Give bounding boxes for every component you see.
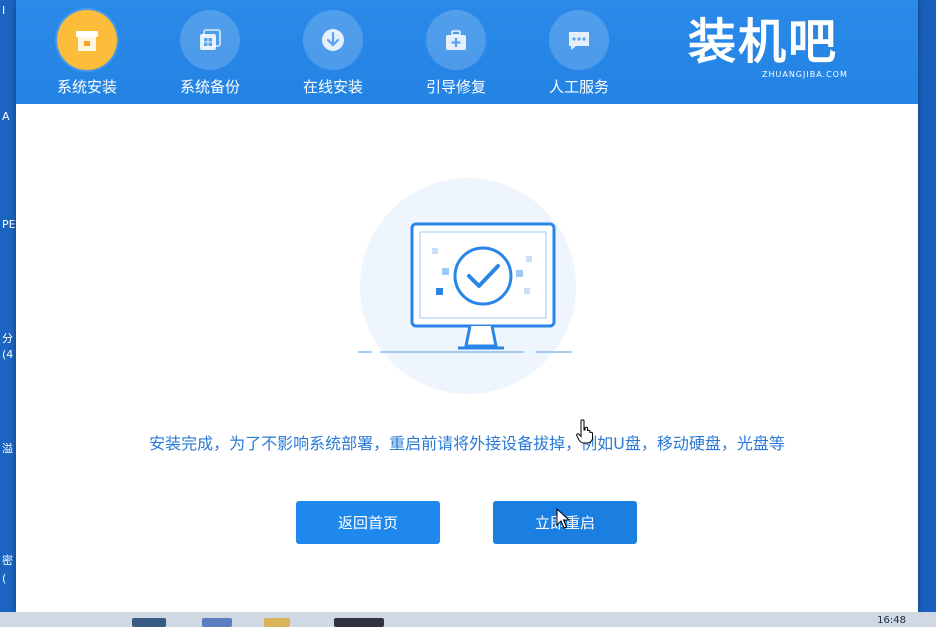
- taskbar-clock: 16:48: [877, 615, 906, 626]
- nav-label: 系统备份: [179, 78, 240, 96]
- nav-label: 人工服务: [548, 78, 609, 96]
- taskbar-app-icon[interactable]: [132, 618, 166, 627]
- taskbar-app-icon[interactable]: [334, 618, 384, 627]
- box-install-icon: [57, 10, 117, 70]
- windows-backup-icon: [180, 10, 240, 70]
- brand-domain: ZHUANGJIBA.COM: [762, 70, 848, 79]
- desktop-fragment: (4: [2, 348, 14, 361]
- nav-item-human-service[interactable]: 人工服务: [530, 10, 653, 100]
- desktop-fragment: (: [2, 572, 7, 585]
- restart-now-button[interactable]: 立即重启: [493, 501, 637, 544]
- brand-logo: 装机吧 ZHUANGJIBA.COM: [688, 14, 868, 84]
- nav-label: 引导修复: [425, 78, 486, 96]
- desktop-fragment: 分: [2, 332, 13, 345]
- desktop-left-strip: I A PE 分 (4 溢 密 (: [0, 0, 16, 615]
- header-bar: 系统安装 系统备份 在线安装 引导修复 人工服务 装机吧 ZHUANGJIBA.…: [16, 0, 918, 104]
- taskbar-app-icon[interactable]: [202, 618, 232, 627]
- chat-service-icon: [549, 10, 609, 70]
- nav-label: 在线安装: [302, 78, 363, 96]
- toolbox-repair-icon: [426, 10, 486, 70]
- return-home-button[interactable]: 返回首页: [296, 501, 440, 544]
- brand-name: 装机吧: [688, 14, 839, 70]
- desktop-right-strip: [918, 0, 936, 615]
- desktop-fragment: I: [2, 4, 6, 17]
- desktop-fragment: 密: [2, 554, 13, 567]
- nav-item-system-install[interactable]: 系统安装: [38, 10, 161, 100]
- download-icon: [303, 10, 363, 70]
- installer-window: 系统安装 系统备份 在线安装 引导修复 人工服务 装机吧 ZHUANGJIBA.…: [16, 0, 918, 612]
- nav-item-system-backup[interactable]: 系统备份: [161, 10, 284, 100]
- nav-item-online-install[interactable]: 在线安装: [284, 10, 407, 100]
- monitor-check-icon: [358, 178, 578, 402]
- desktop-fragment: PE: [2, 218, 16, 231]
- completion-message: 安装完成，为了不影响系统部署，重启前请将外接设备拔掉，例如U盘，移动硬盘，光盘等: [149, 434, 785, 453]
- main-content: 安装完成，为了不影响系统部署，重启前请将外接设备拔掉，例如U盘，移动硬盘，光盘等…: [16, 104, 918, 612]
- taskbar: 16:48: [0, 612, 936, 627]
- desktop-fragment: A: [2, 110, 10, 123]
- nav-label: 系统安装: [56, 78, 117, 96]
- desktop-fragment: 溢: [2, 442, 13, 455]
- taskbar-folder-icon[interactable]: [264, 618, 290, 627]
- main-nav: 系统安装 系统备份 在线安装 引导修复 人工服务: [38, 10, 653, 100]
- nav-item-boot-repair[interactable]: 引导修复: [407, 10, 530, 100]
